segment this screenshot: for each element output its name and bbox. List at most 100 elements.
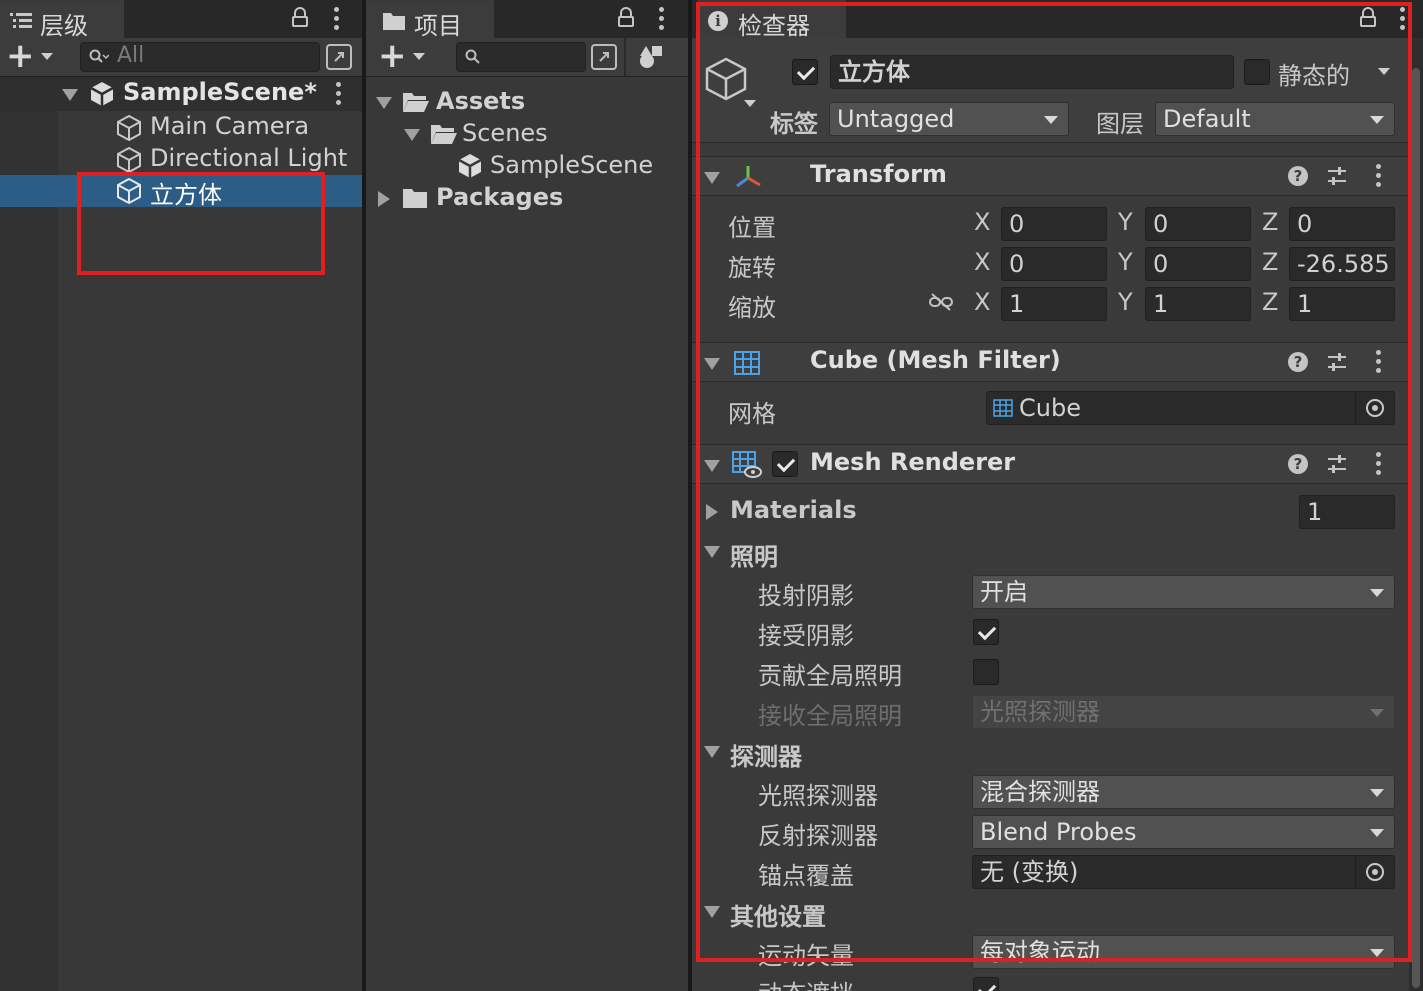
position-z-field[interactable]: 0: [1289, 207, 1395, 241]
scene-row[interactable]: SampleScene*: [0, 77, 362, 111]
fold-arrow-icon[interactable]: [704, 172, 720, 184]
fold-arrow-icon[interactable]: [704, 460, 720, 472]
expand-arrow-icon[interactable]: [62, 89, 78, 101]
create-asset-button[interactable]: +: [378, 39, 407, 73]
preset-sliders-icon[interactable]: [1326, 453, 1348, 475]
scale-z-field[interactable]: 1: [1289, 287, 1395, 321]
expand-arrow-icon[interactable]: [376, 97, 392, 109]
anchor-override-field[interactable]: 无 (变换): [972, 855, 1395, 889]
scale-y-field[interactable]: 1: [1145, 287, 1251, 321]
mesh-object-field[interactable]: Cube: [986, 391, 1395, 425]
mesh-renderer-enabled-checkbox[interactable]: [772, 451, 798, 477]
chevron-down-icon[interactable]: [41, 53, 53, 60]
tab-project[interactable]: 项目: [366, 0, 494, 40]
assets-folder-label[interactable]: Assets: [436, 87, 525, 115]
object-name-field[interactable]: 立方体: [830, 55, 1234, 89]
object-picker-icon[interactable]: [1366, 863, 1384, 881]
fold-arrow-icon[interactable]: [704, 358, 720, 370]
lighting-header[interactable]: 照明: [730, 537, 778, 572]
help-icon[interactable]: ?: [1288, 166, 1308, 186]
layer-dropdown[interactable]: Default: [1155, 102, 1395, 136]
collapsed-arrow-icon[interactable]: [378, 191, 390, 207]
inspector-scrollbar[interactable]: [1409, 38, 1423, 991]
contribute-gi-checkbox[interactable]: [973, 659, 999, 685]
materials-expand-icon[interactable]: [706, 504, 718, 520]
unity-scene-icon: [458, 154, 482, 178]
search-popout-icon[interactable]: [326, 44, 352, 70]
component-menu-icon[interactable]: [1375, 164, 1381, 188]
static-dropdown-icon[interactable]: [1378, 68, 1390, 75]
game-object-cube-icon[interactable]: [704, 56, 748, 102]
more-menu-icon[interactable]: [1399, 7, 1405, 31]
tab-hierarchy[interactable]: 层级: [0, 0, 124, 40]
axis-x-label[interactable]: X: [974, 288, 990, 316]
other-settings-header[interactable]: 其他设置: [730, 897, 826, 932]
reflection-probes-dropdown[interactable]: Blend Probes: [972, 815, 1395, 849]
lock-icon[interactable]: [618, 7, 634, 27]
light-probes-dropdown[interactable]: 混合探测器: [972, 775, 1395, 809]
axis-z-label[interactable]: Z: [1262, 288, 1278, 316]
position-x-field[interactable]: 0: [1001, 207, 1107, 241]
scenes-folder-label[interactable]: Scenes: [462, 119, 548, 147]
axis-z-label[interactable]: Z: [1262, 248, 1278, 276]
lock-icon[interactable]: [292, 7, 308, 27]
filter-by-type-icon[interactable]: [638, 44, 666, 70]
receive-shadows-checkbox[interactable]: [973, 619, 999, 645]
cast-shadows-dropdown[interactable]: 开启: [972, 575, 1395, 609]
scale-x-field[interactable]: 1: [1001, 287, 1107, 321]
materials-label[interactable]: Materials: [730, 496, 857, 524]
active-checkbox[interactable]: [792, 59, 818, 85]
expand-arrow-icon[interactable]: [404, 129, 420, 141]
probes-fold-icon[interactable]: [704, 746, 720, 758]
icon-dropdown-icon[interactable]: [744, 100, 756, 107]
list-item[interactable]: Main Camera: [0, 111, 362, 143]
preset-sliders-icon[interactable]: [1326, 351, 1348, 373]
scene-menu-icon[interactable]: [335, 82, 341, 106]
other-settings-fold-icon[interactable]: [704, 906, 720, 918]
axis-y-label[interactable]: Y: [1118, 208, 1133, 236]
add-object-button[interactable]: +: [6, 39, 35, 73]
help-icon[interactable]: ?: [1288, 352, 1308, 372]
component-menu-icon[interactable]: [1375, 350, 1381, 374]
component-menu-icon[interactable]: [1375, 452, 1381, 476]
tab-inspector[interactable]: i 检查器: [698, 0, 846, 40]
static-checkbox[interactable]: [1244, 59, 1270, 85]
receive-gi-label: 接收全局照明: [758, 702, 902, 730]
scrollbar-thumb[interactable]: [1412, 68, 1420, 988]
contribute-gi-label: 贡献全局照明: [758, 662, 902, 690]
rotation-z-field[interactable]: -26.585: [1289, 247, 1395, 281]
unlinked-chain-icon[interactable]: [928, 292, 954, 312]
lock-icon[interactable]: [1360, 7, 1376, 27]
list-item-selected[interactable]: 立方体: [0, 175, 362, 209]
axis-y-label[interactable]: Y: [1118, 248, 1133, 276]
sample-scene-asset-label[interactable]: SampleScene: [490, 151, 653, 179]
lighting-fold-icon[interactable]: [704, 546, 720, 558]
mesh-grid-icon: [734, 351, 760, 375]
materials-count-field[interactable]: 1: [1299, 495, 1395, 529]
packages-folder-label[interactable]: Packages: [436, 183, 563, 211]
motion-vectors-dropdown[interactable]: 每对象运动: [972, 935, 1395, 969]
axis-z-label[interactable]: Z: [1262, 208, 1278, 236]
preset-sliders-icon[interactable]: [1326, 165, 1348, 187]
help-icon[interactable]: ?: [1288, 454, 1308, 474]
tag-dropdown[interactable]: Untagged: [829, 102, 1069, 136]
axis-x-label[interactable]: X: [974, 208, 990, 236]
rotation-x-field[interactable]: 0: [1001, 247, 1107, 281]
mesh-renderer-header[interactable]: Mesh Renderer ?: [692, 444, 1423, 484]
more-menu-icon[interactable]: [658, 7, 664, 31]
search-popout-icon[interactable]: [591, 44, 617, 70]
rotation-y-field[interactable]: 0: [1145, 247, 1251, 281]
dynamic-occlusion-checkbox[interactable]: [973, 977, 999, 991]
object-picker-icon[interactable]: [1366, 399, 1384, 417]
project-search-input[interactable]: [456, 42, 586, 72]
transform-header[interactable]: Transform ?: [692, 156, 1423, 196]
mesh-filter-header[interactable]: Cube (Mesh Filter) ?: [692, 342, 1423, 382]
chevron-down-icon[interactable]: [413, 53, 425, 60]
position-y-field[interactable]: 0: [1145, 207, 1251, 241]
list-item[interactable]: Directional Light: [0, 143, 362, 175]
axis-y-label[interactable]: Y: [1118, 288, 1133, 316]
axis-x-label[interactable]: X: [974, 248, 990, 276]
more-menu-icon[interactable]: [333, 7, 339, 31]
hierarchy-search-input[interactable]: All: [80, 42, 320, 72]
probes-header[interactable]: 探测器: [730, 737, 802, 772]
